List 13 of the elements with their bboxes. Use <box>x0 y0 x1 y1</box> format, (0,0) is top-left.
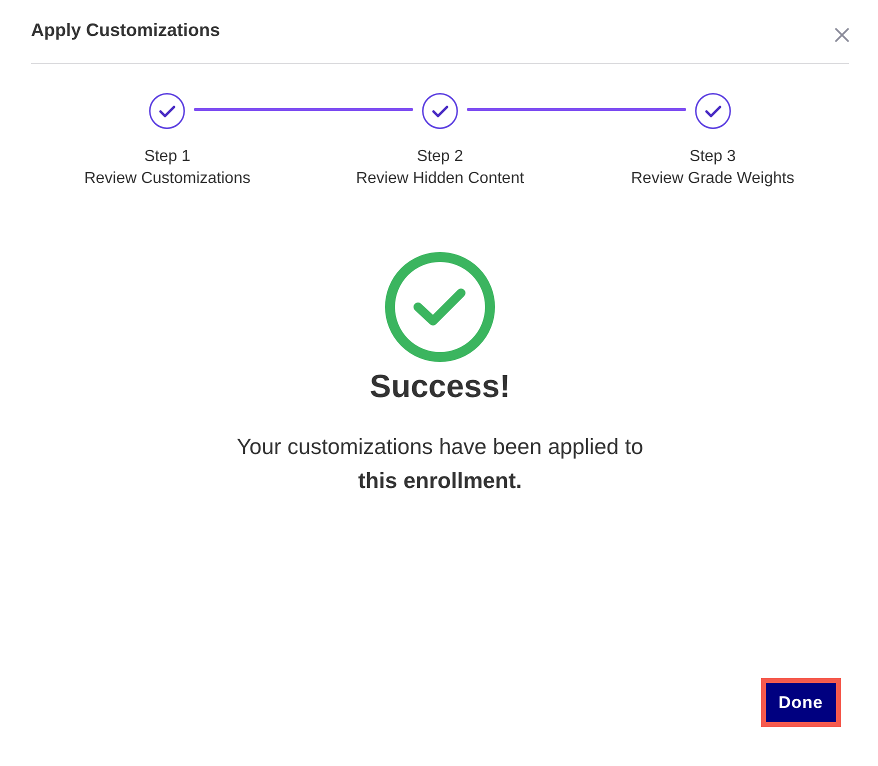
step-title: Review Hidden Content <box>356 169 524 189</box>
success-heading: Success! <box>370 367 510 405</box>
success-check-icon <box>385 252 495 362</box>
step-title: Review Customizations <box>84 169 250 189</box>
done-button[interactable]: Done <box>760 678 841 727</box>
step-number-label: Step 2 <box>416 147 464 167</box>
step-number-label: Step 1 <box>144 147 190 167</box>
step-number-label: Step 3 <box>690 147 736 167</box>
dialog-title: Apply Customizations <box>31 19 220 41</box>
close-button[interactable] <box>835 28 849 42</box>
step-title: Review Grade Weights <box>630 169 794 189</box>
success-message: Your customizations have been applied to this enrollment. <box>236 433 644 495</box>
close-icon <box>835 28 849 42</box>
